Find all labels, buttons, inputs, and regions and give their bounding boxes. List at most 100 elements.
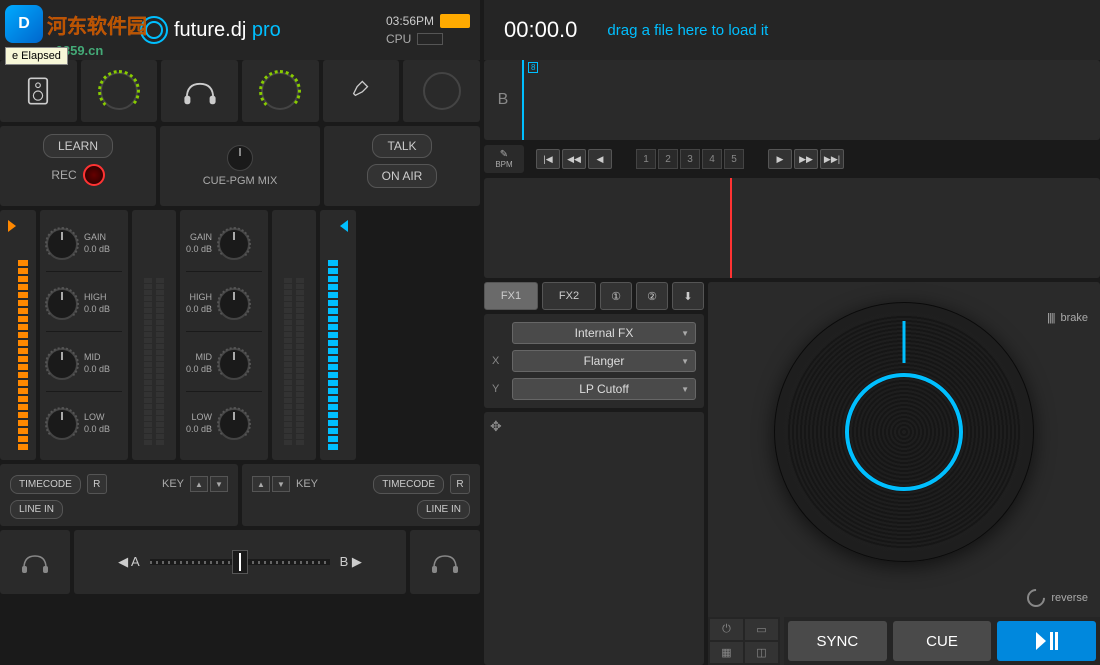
grid-button[interactable]: ▦ xyxy=(710,642,743,663)
speaker-icon xyxy=(25,76,51,106)
channel-fader-b[interactable] xyxy=(272,210,316,460)
high-knob-a[interactable] xyxy=(46,288,78,320)
low-knob-a[interactable] xyxy=(46,408,78,440)
deck-label: B xyxy=(484,60,524,140)
crossfader-a-label: ◀ A xyxy=(118,554,140,570)
cue-marker: 8 xyxy=(528,62,538,73)
waveform-detail[interactable] xyxy=(484,178,1100,278)
fx-download-button[interactable]: ⬇ xyxy=(672,282,704,310)
seek-end-button[interactable]: ▶▶| xyxy=(820,149,844,169)
headphone-icon xyxy=(430,550,460,574)
key-up-b[interactable]: ▲ xyxy=(252,476,270,492)
fx-type-dropdown[interactable]: Internal FX▼ xyxy=(512,322,696,344)
fast-forward-button[interactable]: ▶▶ xyxy=(794,149,818,169)
timecode-button-a[interactable]: TIMECODE xyxy=(10,475,81,494)
next-button[interactable]: ▶ xyxy=(768,149,792,169)
cue-pgm-mix-knob[interactable] xyxy=(227,145,253,171)
low-knob-b[interactable] xyxy=(218,408,250,440)
crossfader[interactable] xyxy=(150,559,330,565)
play-pause-icon xyxy=(1036,632,1058,650)
learn-button[interactable]: LEARN xyxy=(43,134,113,158)
app-title: future.dj pro xyxy=(174,19,281,42)
fx-loop1-button[interactable]: ① xyxy=(600,282,632,310)
timecode-r-button-b[interactable]: R xyxy=(450,474,470,494)
app-logo: future.dj pro xyxy=(140,16,281,44)
fx-xy-pad[interactable]: ✥ xyxy=(484,412,704,665)
power-button[interactable]: ⏻ xyxy=(710,619,743,640)
headphone-cue-b[interactable] xyxy=(410,530,480,594)
crossfader-b-label: B ▶ xyxy=(340,554,362,570)
key-down-a[interactable]: ▼ xyxy=(210,476,228,492)
rewind-button[interactable]: ◀◀ xyxy=(562,149,586,169)
key-label-a: KEY xyxy=(162,478,184,490)
headphone-button[interactable] xyxy=(161,60,238,122)
crosshair-icon: ✥ xyxy=(490,418,502,434)
eq-channel-a: GAIN0.0 dB HIGH0.0 dB MID0.0 dB LOW0.0 d… xyxy=(40,210,128,460)
master-gain-knob[interactable] xyxy=(81,60,158,122)
gain-knob-a[interactable] xyxy=(46,228,78,260)
watermark-text: 河东软件园 xyxy=(47,10,147,39)
jog-wheel[interactable] xyxy=(774,302,1034,562)
on-air-button[interactable]: ON AIR xyxy=(367,164,438,188)
play-pause-button[interactable] xyxy=(997,621,1096,661)
key-label-b: KEY xyxy=(296,478,318,490)
brake-button[interactable]: brake xyxy=(1060,312,1088,324)
fx-y-dropdown[interactable]: LP Cutoff▼ xyxy=(512,378,696,400)
key-up-a[interactable]: ▲ xyxy=(190,476,208,492)
track-timer: 00:00.0 xyxy=(504,17,577,43)
timecode-button-b[interactable]: TIMECODE xyxy=(373,475,444,494)
mic-button[interactable] xyxy=(323,60,400,122)
drag-hint: drag a file here to load it xyxy=(607,22,768,39)
fx2-tab[interactable]: FX2 xyxy=(542,282,596,310)
headphone-icon xyxy=(182,76,218,106)
talk-button[interactable]: TALK xyxy=(372,134,431,158)
high-knob-b[interactable] xyxy=(218,288,250,320)
level-meter-b xyxy=(320,210,356,460)
reverse-icon xyxy=(1024,585,1049,610)
channel-fader-a[interactable] xyxy=(132,210,176,460)
hotcue-5[interactable]: 5 xyxy=(724,149,744,169)
battery-icon xyxy=(440,14,470,28)
line-in-button-a[interactable]: LINE IN xyxy=(10,500,63,519)
rec-button[interactable] xyxy=(83,164,105,186)
watermark-overlay: D 河东软件园 www.pc0359.cn e Elapsed xyxy=(5,5,147,58)
hotcue-1[interactable]: 1 xyxy=(636,149,656,169)
mic-icon xyxy=(350,78,372,104)
brake-icon: |||| xyxy=(1047,312,1054,324)
headphone-icon xyxy=(20,550,50,574)
view-button[interactable]: ▭ xyxy=(745,619,778,640)
bpm-edit-button[interactable]: ✎BPM xyxy=(484,145,524,173)
cue-button[interactable]: CUE xyxy=(893,621,992,661)
mid-knob-a[interactable] xyxy=(46,348,78,380)
rec-label: REC xyxy=(51,168,76,182)
mid-knob-b[interactable] xyxy=(218,348,250,380)
hotcue-2[interactable]: 2 xyxy=(658,149,678,169)
fx1-tab[interactable]: FX1 xyxy=(484,282,538,310)
monitor-speaker-button[interactable] xyxy=(0,60,77,122)
mic-gain-knob[interactable] xyxy=(403,60,480,122)
cue-pgm-label: CUE-PGM MIX xyxy=(203,175,278,187)
eq-channel-b: GAIN0.0 dB HIGH0.0 dB MID0.0 dB LOW0.0 d… xyxy=(180,210,268,460)
layout-button[interactable]: ◫ xyxy=(745,642,778,663)
headphone-gain-knob[interactable] xyxy=(242,60,319,122)
hotcue-4[interactable]: 4 xyxy=(702,149,722,169)
fx-x-dropdown[interactable]: Flanger▼ xyxy=(512,350,696,372)
level-meter-a xyxy=(0,210,36,460)
seek-start-button[interactable]: |◀ xyxy=(536,149,560,169)
waveform-overview[interactable]: B 8 xyxy=(484,60,1100,140)
gain-knob-b[interactable] xyxy=(218,228,250,260)
line-in-button-b[interactable]: LINE IN xyxy=(417,500,470,519)
clock-time: 03:56PM xyxy=(386,14,434,28)
key-down-b[interactable]: ▼ xyxy=(272,476,290,492)
tooltip: e Elapsed xyxy=(5,47,68,65)
hotcue-3[interactable]: 3 xyxy=(680,149,700,169)
reverse-button[interactable]: reverse xyxy=(1051,592,1088,604)
timecode-r-button-a[interactable]: R xyxy=(87,474,107,494)
fx-loop2-button[interactable]: ② xyxy=(636,282,668,310)
playhead-marker xyxy=(730,178,732,278)
watermark-logo-icon: D xyxy=(5,5,43,43)
cpu-label: CPU xyxy=(386,32,411,46)
prev-button[interactable]: ◀ xyxy=(588,149,612,169)
headphone-cue-a[interactable] xyxy=(0,530,70,594)
sync-button[interactable]: SYNC xyxy=(788,621,887,661)
